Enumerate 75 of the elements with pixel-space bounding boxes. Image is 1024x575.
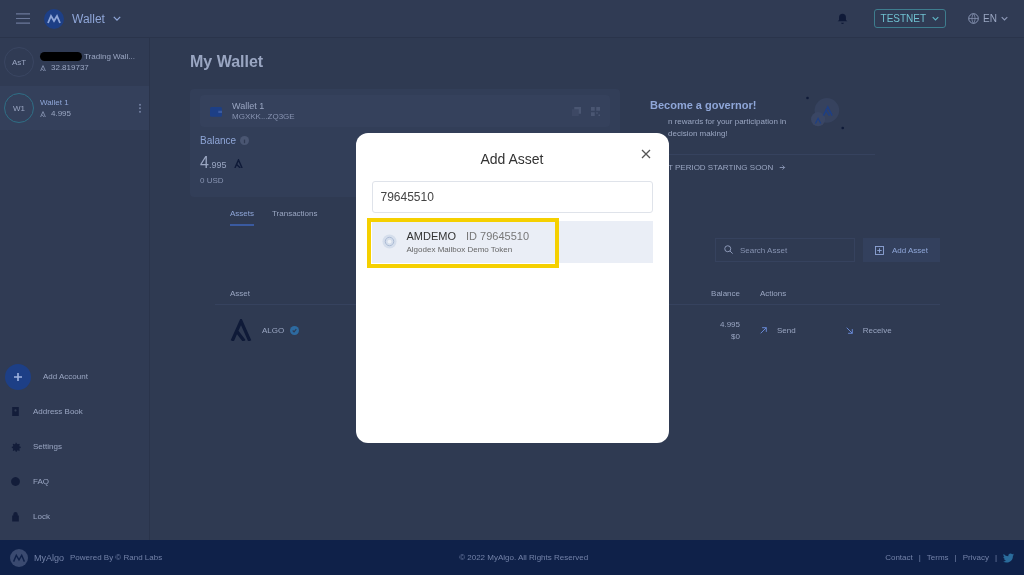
algo-icon — [40, 110, 46, 117]
arrow-up-right-icon — [760, 326, 767, 334]
asset-balance: 4.995 — [719, 319, 740, 329]
asset-usd: $0 — [731, 331, 740, 341]
account-balance: 4.995 — [51, 109, 72, 118]
link-separator: | — [918, 553, 921, 562]
brand-name: MyAlgo — [34, 552, 64, 563]
governance-text: n rewards for your participation in decision making! — [667, 116, 788, 140]
page-title: My Wallet — [190, 53, 265, 71]
balance-label: Balance — [200, 135, 237, 146]
tab[interactable]: Transactions — [272, 203, 318, 226]
account-name: Wallet 1 — [40, 98, 69, 107]
menu-item[interactable]: Settings — [33, 442, 62, 451]
menu-item[interactable]: FAQ — [33, 477, 49, 486]
lock-icon[interactable] — [10, 511, 21, 522]
wallet-address: MGXKK...ZQ3GE — [232, 112, 295, 121]
menu-item[interactable]: Address Book — [33, 407, 83, 416]
column-header: Balance — [710, 288, 740, 298]
algo-icon — [230, 319, 252, 341]
token-icon — [381, 234, 397, 249]
governance-title: Become a governor! — [650, 99, 758, 111]
account-item[interactable]: W1 Wallet 1 4.995 — [0, 86, 149, 130]
arrow-down-right-icon — [845, 326, 853, 334]
tab[interactable]: Assets — [230, 203, 254, 226]
network-dropdown[interactable]: TESTNET — [873, 9, 947, 28]
logo-icon — [44, 8, 64, 29]
asset-id: ID 79645510 — [466, 229, 529, 242]
menu-item[interactable]: Add Account — [43, 372, 88, 381]
plus-icon[interactable] — [5, 363, 31, 390]
column-header: Asset — [229, 288, 251, 298]
menu-icon[interactable] — [16, 13, 30, 24]
dialog-title: Add Asset — [480, 150, 544, 167]
search-field[interactable]: Search Asset — [714, 238, 855, 262]
account-name: Trading Wall... — [84, 52, 135, 61]
app-name[interactable]: Wallet — [72, 11, 105, 26]
footer-link[interactable]: Terms — [926, 553, 949, 562]
governance-link[interactable]: T PERIOD STARTING SOON — [668, 163, 774, 172]
wallet-icon — [210, 105, 222, 117]
search-icon — [723, 245, 733, 254]
add-asset-button[interactable]: Add Asset — [862, 238, 940, 262]
link-separator: | — [954, 553, 957, 562]
bird-icon[interactable] — [1003, 552, 1014, 563]
balance-usd: 0 USD — [200, 176, 225, 185]
footer-link[interactable]: Privacy — [962, 553, 989, 562]
asset-search-field[interactable]: 79645510 — [371, 180, 653, 213]
action-link[interactable]: Receive — [845, 325, 892, 335]
link-separator: | — [994, 553, 997, 562]
language-selector[interactable]: EN — [983, 13, 997, 24]
asset-name: ALGO — [262, 325, 285, 335]
account-item[interactable]: AsT Trading Wall... 32.819737 — [0, 42, 149, 82]
caret-icon[interactable] — [1001, 16, 1008, 21]
asset-name: AMDEMO — [406, 229, 456, 242]
column-header: Actions — [759, 288, 787, 298]
close-icon[interactable] — [640, 148, 651, 159]
powered-by-text: Powered By © Rand Labs — [70, 553, 163, 562]
book-icon[interactable] — [10, 406, 21, 417]
bell-icon[interactable] — [836, 13, 848, 24]
info-icon[interactable] — [240, 136, 250, 145]
account-balance: 32.819737 — [51, 63, 89, 72]
plus-square-icon — [874, 245, 884, 255]
algo-icon — [234, 158, 244, 168]
globe-icon[interactable] — [968, 13, 980, 24]
action-link[interactable]: Send — [760, 325, 796, 335]
gear-icon[interactable] — [10, 441, 21, 452]
footer-link[interactable]: Contact — [885, 553, 913, 562]
algo-icon — [40, 64, 46, 71]
copyright-text: © 2022 MyAlgo. All Rights Reserved — [459, 553, 589, 562]
caret-icon[interactable] — [932, 16, 940, 21]
asset-description: Algodex Mailbox Demo Token — [406, 244, 514, 254]
wallet-name: Wallet 1 — [232, 101, 266, 111]
logo-icon — [10, 548, 28, 567]
menu-item[interactable]: Lock — [33, 512, 50, 521]
balance-amount: 4.995 — [200, 154, 227, 172]
arrow-right-icon[interactable] — [779, 164, 787, 171]
caret-icon[interactable] — [112, 16, 121, 21]
